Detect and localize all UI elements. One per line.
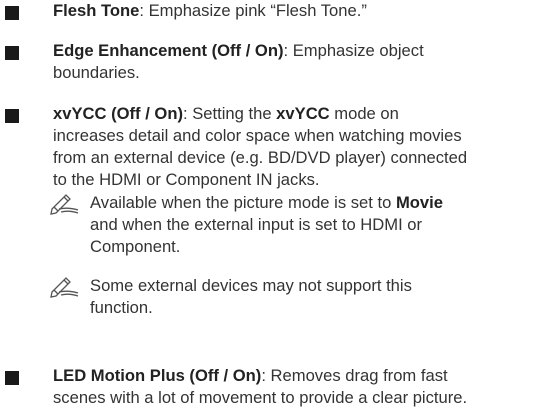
item-term: Flesh Tone [53, 1, 140, 20]
note-line: Some external devices may not support th… [90, 276, 412, 295]
square-bullet-icon [5, 109, 19, 123]
item-description: mode on [329, 104, 399, 123]
item-description-line: to the HDMI or Component IN jacks. [53, 170, 320, 189]
item-description: : Emphasize pink “Flesh Tone.” [139, 1, 367, 20]
note-line: Component. [90, 237, 181, 256]
item-description: : Setting the [183, 104, 277, 123]
item-text: Flesh Tone: Emphasize pink “Flesh Tone.” [53, 0, 541, 22]
note-emphasis: Movie [395, 193, 443, 212]
square-bullet-icon [5, 371, 19, 385]
item-description: : Removes drag from fast [261, 366, 448, 385]
item-text: Edge Enhancement (Off / On): Emphasize o… [53, 40, 541, 84]
note-text: Some external devices may not support th… [90, 275, 541, 319]
note-line: function. [90, 298, 153, 317]
item-term: xvYCC (Off / On) [53, 104, 183, 123]
item-term: Edge Enhancement (Off / On) [53, 41, 284, 60]
item-term: LED Motion Plus (Off / On) [53, 366, 262, 385]
item-description-line: scenes with a lot of movement to provide… [53, 388, 468, 407]
note-line: Available when the picture mode is set t… [90, 193, 396, 212]
item-description-line: from an external device (e.g. BD/DVD pla… [53, 148, 468, 167]
square-bullet-icon [5, 46, 19, 60]
note-pencil-icon [50, 277, 79, 298]
item-description: : Emphasize object [283, 41, 424, 60]
item-description-line: boundaries. [53, 63, 140, 82]
manual-page: Flesh Tone: Emphasize pink “Flesh Tone.”… [0, 0, 541, 411]
item-text: xvYCC (Off / On): Setting the xvYCC mode… [53, 103, 541, 191]
item-description-line: increases detail and color space when wa… [53, 126, 462, 145]
item-emphasis: xvYCC [276, 104, 330, 123]
note-line: and when the external input is set to HD… [90, 215, 423, 234]
square-bullet-icon [5, 6, 19, 20]
note-text: Available when the picture mode is set t… [90, 192, 541, 258]
note-pencil-icon [50, 194, 79, 215]
item-text: LED Motion Plus (Off / On): Removes drag… [53, 365, 541, 409]
